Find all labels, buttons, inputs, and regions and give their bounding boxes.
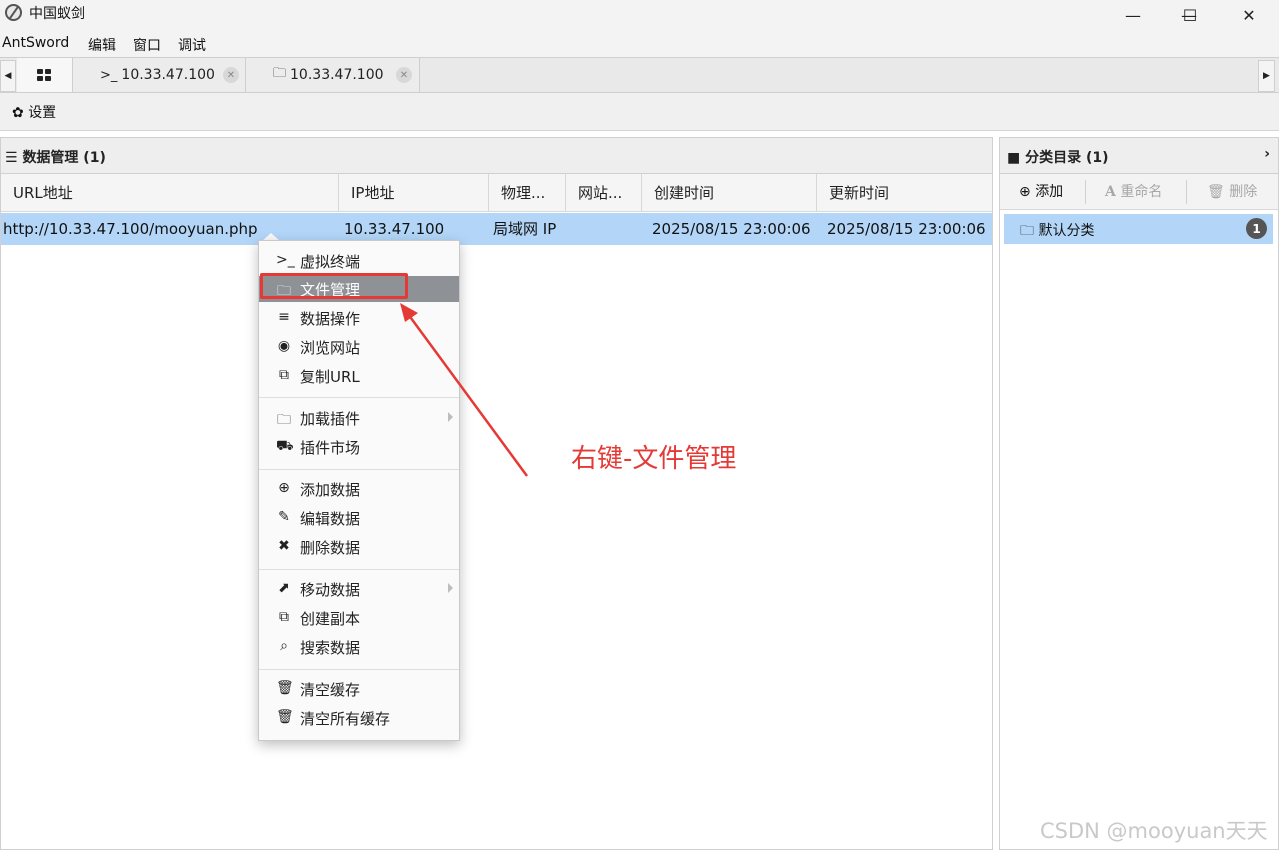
annotation-text: 右键-文件管理 <box>571 444 737 474</box>
annotation-arrow <box>400 303 529 477</box>
watermark-text: CSDN @mooyuan天天 <box>1040 819 1268 843</box>
